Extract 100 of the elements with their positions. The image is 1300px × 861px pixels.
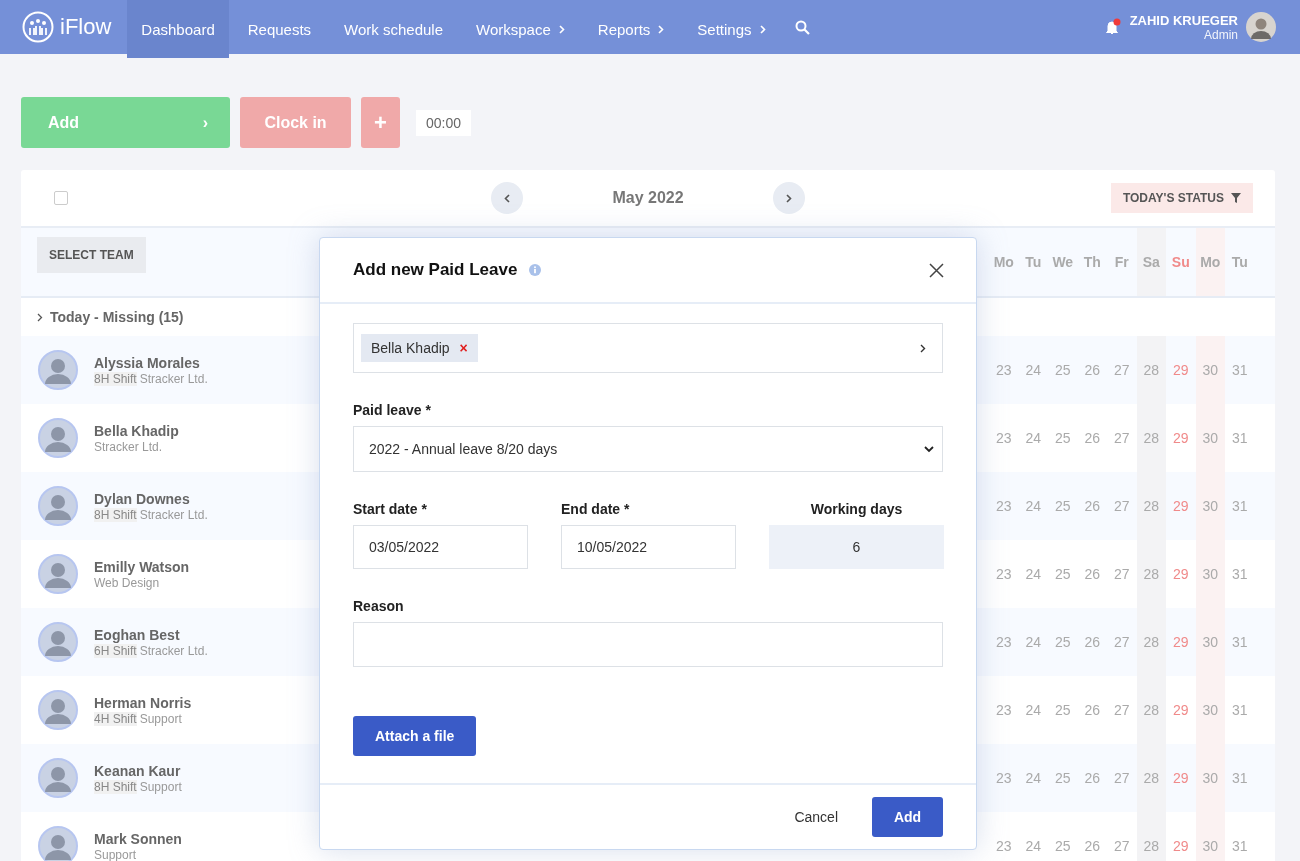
info-icon[interactable] [529,264,542,276]
employee-picker[interactable]: Bella Khadip × [353,323,943,373]
day-number: 26 [1083,361,1102,380]
team-name: Stracker Ltd. [139,371,208,386]
close-icon[interactable] [929,262,944,278]
attach-file-button[interactable]: Attach a file [353,716,477,756]
chevron-right-icon [920,343,926,353]
nav-item[interactable]: Requests [233,0,326,58]
nav-item[interactable]: Dashboard [127,0,229,58]
day-number: 26 [1083,701,1102,720]
day-number: 31 [1230,361,1249,380]
shift-tag: 6H Shift [94,643,137,658]
team-name: Support [139,779,182,794]
day-number: 24 [1024,769,1043,788]
group-title: Today - Missing (15) [50,309,184,325]
day-number: 27 [1112,837,1131,856]
checkbox[interactable] [54,191,68,205]
day-number: 25 [1053,497,1072,516]
previous-button[interactable] [491,182,523,214]
day-number: 24 [1024,361,1043,380]
shift-tag: 8H Shift [94,371,137,386]
field-label: Paid leave * [353,402,432,418]
avatar-icon [38,418,78,458]
day-number: 25 [1053,633,1072,652]
people-logo-icon [22,11,54,43]
bell-icon[interactable] [1103,18,1122,36]
day-number: 28 [1136,812,1166,861]
field-label: Working days [809,501,904,517]
user-role: Admin [1204,27,1238,42]
nav-item[interactable]: Reports [583,0,679,58]
day-number: 26 [1083,429,1102,448]
day-number: 29 [1171,429,1190,448]
employee-name: Eoghan Best [94,626,181,643]
team-name: Stracker Ltd. [139,507,208,522]
status-filter-button[interactable]: TODAY'S STATUS [1110,183,1253,213]
employee-name: Dylan Downes [94,490,191,507]
day-number: 27 [1112,565,1131,584]
chevron-right-icon[interactable] [37,312,43,322]
team-name: Support [94,847,137,861]
reason-field[interactable] [353,622,943,667]
paid-leave-select[interactable]: 2022 - Annual leave 8/20 days [353,426,943,472]
day-number: 30 [1195,540,1225,608]
timer: 00:00 [416,109,472,136]
next-button[interactable] [773,182,805,214]
add-button[interactable]: Add [872,797,943,837]
employee-name: Herman Norris [94,694,192,711]
shift-tag: 8H Shift [94,779,137,794]
start-date-field[interactable]: 03/05/2022 [353,525,528,569]
day-number: 31 [1230,565,1249,584]
weekday-label: Su [1170,253,1191,272]
day-number: 25 [1053,429,1072,448]
nav-item[interactable]: Workspace [462,0,579,58]
avatar-icon [38,758,78,798]
end-date-field[interactable]: 10/05/2022 [561,525,736,569]
weekday-label: Tu [1230,253,1249,272]
weekday-label: We [1051,253,1075,272]
day-number: 27 [1112,361,1131,380]
nav-item[interactable]: Work schedule [330,0,458,58]
day-number: 29 [1171,701,1190,720]
team-name: Stracker Ltd. [94,439,163,454]
day-number: 30 [1195,744,1225,812]
day-number: 23 [994,837,1013,856]
employee-name: Alyssia Morales [94,354,201,371]
day-number: 28 [1136,540,1166,608]
user-name: ZAHID KRUEGER [1129,12,1238,28]
employee-name: Keanan Kaur [94,762,182,779]
remove-chip-button[interactable]: × [459,340,468,356]
search-icon[interactable] [794,19,810,35]
weekday-label: Sa [1136,228,1166,296]
day-number: 29 [1171,497,1190,516]
day-number: 31 [1230,769,1249,788]
day-number: 26 [1083,565,1102,584]
avatar-icon [38,826,78,861]
day-number: 23 [994,769,1013,788]
weekday-label: Fr [1113,253,1130,272]
day-number: 28 [1136,472,1166,540]
team-name: Support [139,711,182,726]
day-number: 30 [1195,608,1225,676]
avatar-icon [38,554,78,594]
day-number: 31 [1230,837,1249,856]
day-number: 30 [1195,336,1225,404]
day-number: 23 [994,497,1013,516]
day-number: 23 [994,701,1013,720]
nav-item[interactable]: Settings [683,0,780,58]
avatar-icon [38,486,78,526]
day-number: 27 [1112,769,1131,788]
caret-icon [924,445,934,453]
day-number: 28 [1136,744,1166,812]
day-number: 24 [1024,633,1043,652]
day-number: 25 [1053,701,1072,720]
select-team-button[interactable]: SELECT TEAM [37,237,146,273]
filter-icon [1231,193,1241,203]
avatar-icon[interactable] [1246,12,1276,42]
day-number: 29 [1171,837,1190,856]
shift-tag: 4H Shift [94,711,137,726]
weekday-label: Th [1082,253,1102,272]
cancel-button[interactable]: Cancel [788,808,844,826]
day-number: 30 [1195,676,1225,744]
day-number: 25 [1053,769,1072,788]
month-label: May 2022 [611,189,685,207]
